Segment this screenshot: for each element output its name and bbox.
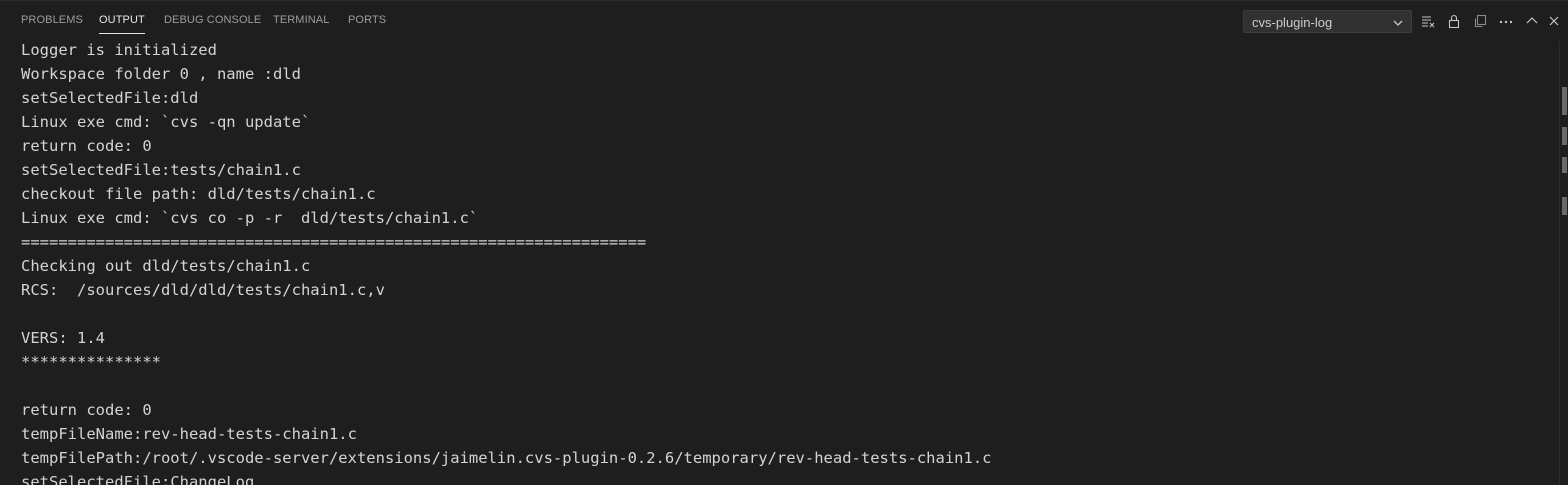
output-line: setSelectedFile:dld	[21, 89, 199, 107]
close-panel-icon[interactable]	[1546, 13, 1562, 29]
output-line: checkout file path: dld/tests/chain1.c	[21, 185, 376, 203]
tab-debug-console[interactable]: DEBUG CONSOLE	[164, 14, 261, 26]
output-panel: PROBLEMS OUTPUT DEBUG CONSOLE TERMINAL P…	[0, 0, 1568, 485]
output-line: VERS: 1.4	[21, 329, 105, 347]
output-line: tempFileName:rev-head-tests-chain1.c	[21, 425, 357, 443]
output-line: return code: 0	[21, 401, 152, 419]
output-line: ========================================…	[21, 233, 647, 251]
output-line: Linux exe cmd: `cvs co -p -r dld/tests/c…	[21, 209, 479, 227]
output-line: tempFilePath:/root/.vscode-server/extens…	[21, 449, 992, 467]
maximize-panel-icon[interactable]	[1524, 13, 1540, 29]
chevron-down-icon	[1392, 16, 1404, 28]
copy-icon[interactable]	[1472, 13, 1488, 29]
clear-output-icon[interactable]	[1420, 13, 1436, 29]
scrollbar-marker	[1562, 87, 1567, 115]
output-line: setSelectedFile:tests/chain1.c	[21, 161, 301, 179]
output-line: RCS: /sources/dld/dld/tests/chain1.c,v	[21, 281, 385, 299]
output-line: Logger is initialized	[21, 41, 217, 59]
tab-problems[interactable]: PROBLEMS	[21, 14, 83, 26]
output-channel-label: cvs-plugin-log	[1252, 15, 1333, 30]
output-line: ***************	[21, 353, 161, 371]
output-channel-select[interactable]: cvs-plugin-log	[1243, 10, 1412, 33]
output-line: setSelectedFile:ChangeLog	[21, 473, 255, 485]
output-line: return code: 0	[21, 137, 152, 155]
scrollbar-marker	[1562, 157, 1567, 173]
output-log[interactable]: Logger is initialized Workspace folder 0 …	[21, 38, 1541, 485]
lock-scroll-icon[interactable]	[1446, 13, 1462, 29]
output-line: Workspace folder 0 , name :dld	[21, 65, 301, 83]
more-actions-icon[interactable]	[1498, 13, 1514, 29]
scrollbar-marker	[1562, 197, 1567, 215]
tab-ports[interactable]: PORTS	[348, 14, 386, 26]
tab-terminal[interactable]: TERMINAL	[273, 14, 329, 26]
vertical-scrollbar[interactable]	[1559, 41, 1568, 485]
panel-tab-bar: PROBLEMS OUTPUT DEBUG CONSOLE TERMINAL P…	[0, 1, 1568, 41]
output-line: Checking out dld/tests/chain1.c	[21, 257, 311, 275]
output-line: Linux exe cmd: `cvs -qn update`	[21, 113, 311, 131]
tab-output[interactable]: OUTPUT	[99, 14, 145, 34]
scrollbar-marker	[1562, 127, 1567, 145]
